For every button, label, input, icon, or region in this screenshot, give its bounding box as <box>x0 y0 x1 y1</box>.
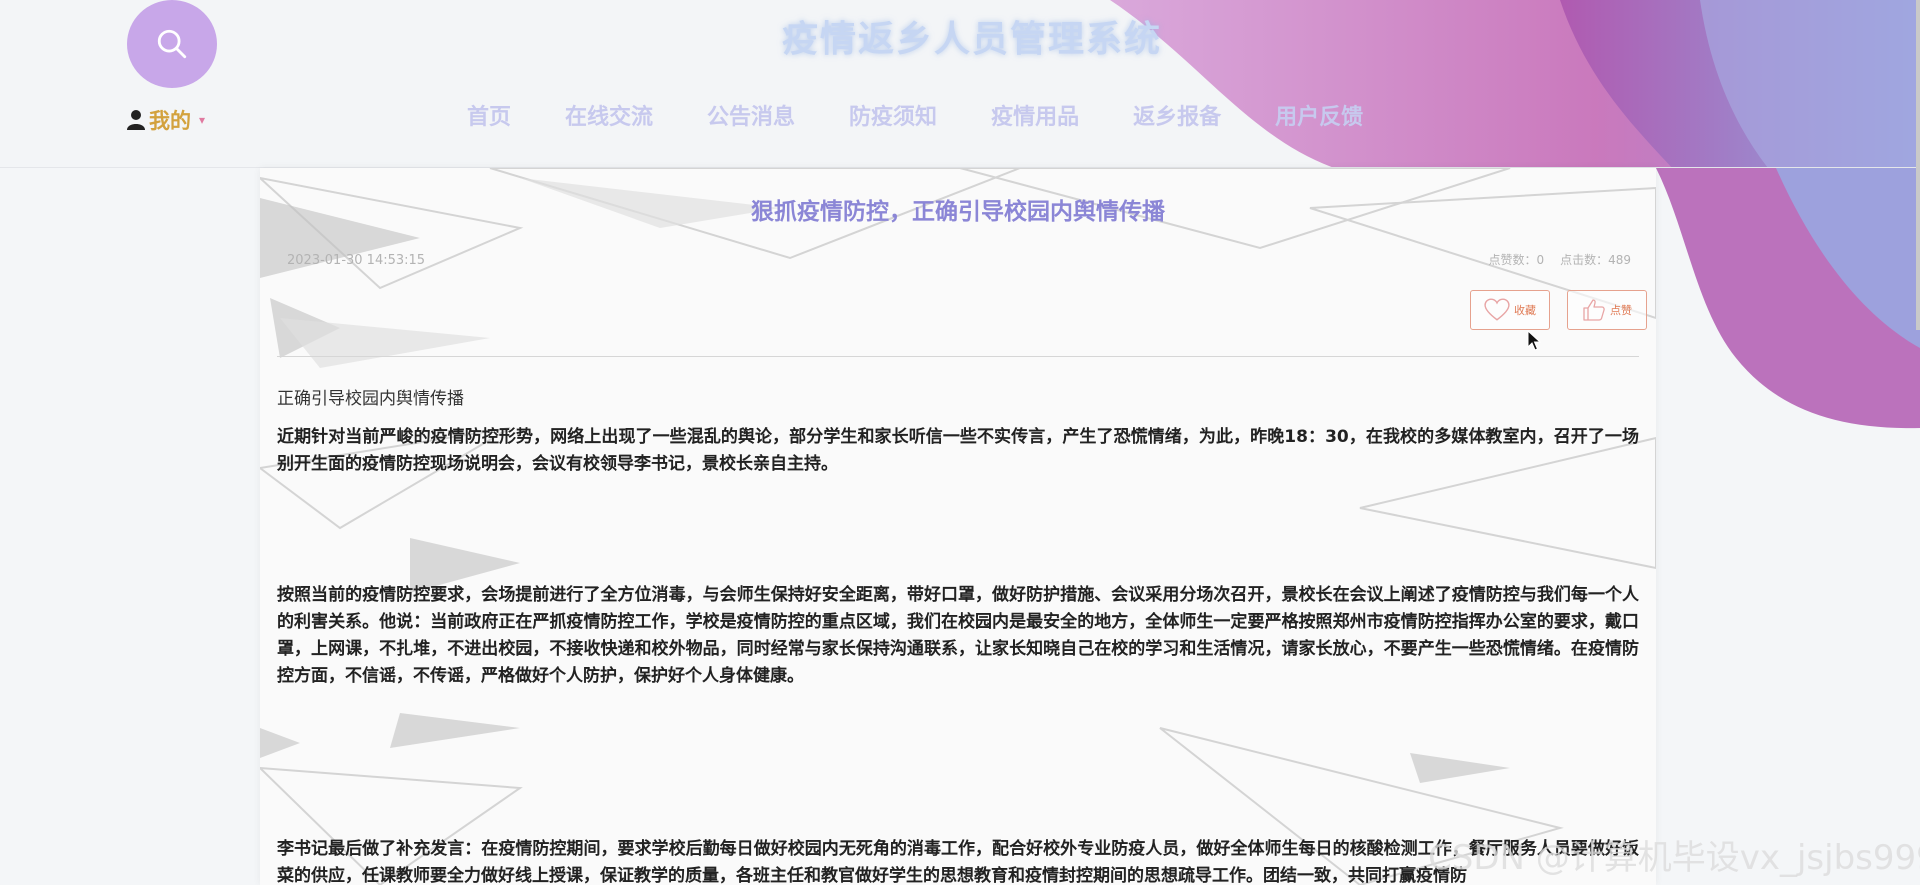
article-date: 2023-01-30 14:53:15 <box>287 253 426 268</box>
click-count: 点击数：489 <box>1560 253 1631 267</box>
scrollbar[interactable] <box>1916 0 1920 330</box>
divider <box>277 356 1639 357</box>
chevron-down-icon: ▾ <box>199 113 206 127</box>
user-menu-label: 我的 <box>149 109 191 133</box>
article-title: 狠抓疫情防控，正确引导校园内舆情传播 <box>751 199 1165 225</box>
nav-item-home[interactable]: 首页 <box>440 100 538 136</box>
site-title: 疫情返乡人员管理系统 <box>781 19 1162 60</box>
nav-item-announcements[interactable]: 公告消息 <box>680 100 822 136</box>
mouse-cursor-icon <box>1527 330 1542 351</box>
article-paragraph: 近期针对当前严峻的疫情防控形势，网络上出现了一些混乱的舆论，部分学生和家长听信一… <box>277 427 1639 474</box>
search-icon <box>157 29 187 59</box>
like-button[interactable]: 点赞 <box>1567 290 1647 330</box>
watermark: CSDN @计算机毕设vx_jsjbs999 <box>1428 838 1920 878</box>
nav-item-return-report[interactable]: 返乡报备 <box>1106 100 1248 136</box>
user-menu[interactable]: 我的 ▾ <box>127 106 205 134</box>
nav-item-epidemic-notice[interactable]: 防疫须知 <box>822 100 964 136</box>
article-content: 狠抓疫情防控，正确引导校园内舆情传播 2023-01-30 14:53:15 点… <box>277 168 1647 885</box>
article-card: 狠抓疫情防控，正确引导校园内舆情传播 2023-01-30 14:53:15 点… <box>260 168 1656 885</box>
search-button[interactable] <box>127 0 217 88</box>
user-icon <box>127 110 145 130</box>
nav-item-supplies[interactable]: 疫情用品 <box>964 100 1106 136</box>
collect-button[interactable]: 收藏 <box>1470 290 1550 330</box>
article-subhead: 正确引导校园内舆情传播 <box>277 389 464 409</box>
heart-icon <box>1484 298 1510 321</box>
article-paragraph: 按照当前的疫情防控要求，会场提前进行了全方位消毒，与会师生保持好安全距离，带好口… <box>277 585 1639 686</box>
collect-label: 收藏 <box>1514 304 1536 317</box>
like-label: 点赞 <box>1610 304 1632 317</box>
main-nav: 首页 在线交流 公告消息 防疫须知 疫情用品 返乡报备 用户反馈 <box>440 100 1390 136</box>
article-stats: 点赞数：0 点击数：489 <box>1488 251 1631 268</box>
site-header: 我的 ▾ 疫情返乡人员管理系统 首页 在线交流 公告消息 防疫须知 疫情用品 返… <box>0 0 1920 168</box>
nav-item-online-chat[interactable]: 在线交流 <box>538 100 680 136</box>
nav-item-feedback[interactable]: 用户反馈 <box>1248 100 1390 136</box>
thumbs-up-icon <box>1583 299 1605 321</box>
like-count: 点赞数：0 <box>1488 253 1545 267</box>
right-wave-decoration <box>1656 168 1920 429</box>
